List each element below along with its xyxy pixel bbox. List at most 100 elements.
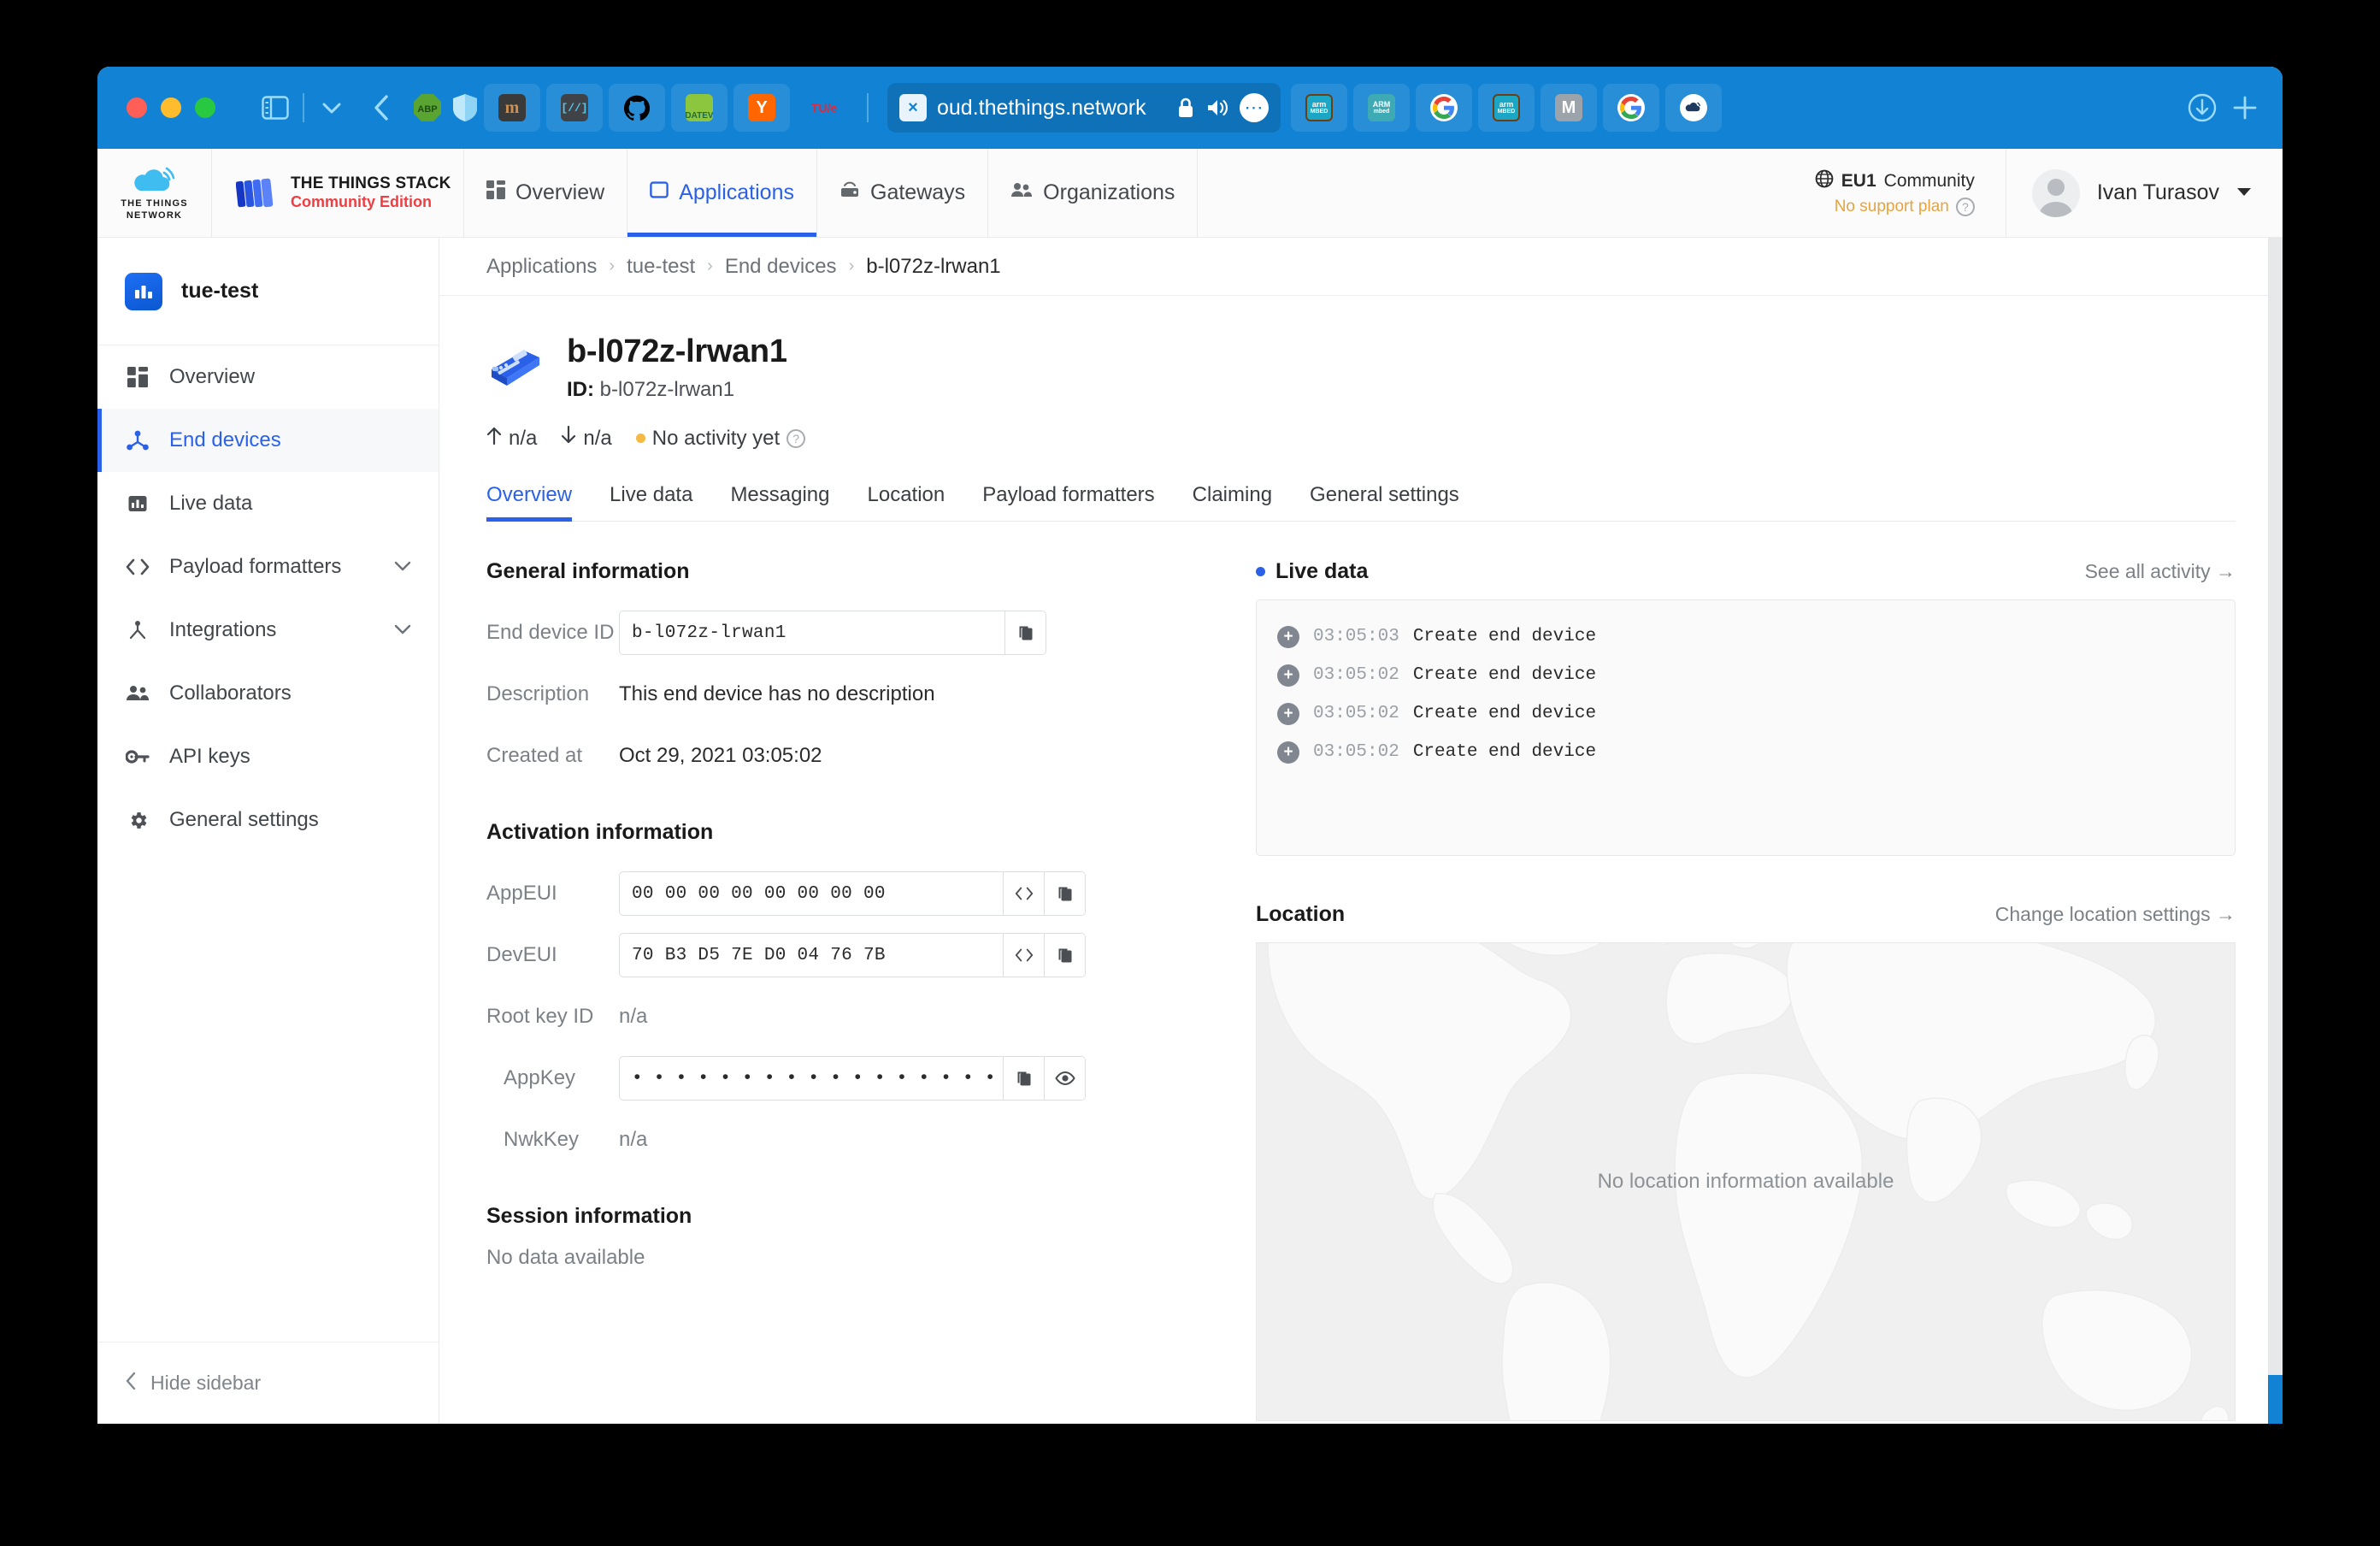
user-menu[interactable]: Ivan Turasov: [2006, 149, 2283, 237]
chevron-down-icon[interactable]: [313, 89, 351, 127]
nav-gateways[interactable]: Gateways: [817, 149, 989, 237]
see-all-activity-link[interactable]: See all activity →: [2085, 560, 2236, 583]
tab-label: Messaging: [730, 483, 830, 506]
tab-mbed-m[interactable]: M: [1541, 84, 1597, 132]
chevron-down-icon[interactable]: [2236, 186, 2252, 201]
tab-ttn-cloud[interactable]: [1665, 84, 1722, 132]
tab-arm-mbed-1[interactable]: arm MBED: [1291, 84, 1347, 132]
breadcrumb-end-devices[interactable]: End devices: [725, 255, 837, 279]
downloads-icon[interactable]: [2183, 89, 2221, 127]
minimize-window-button[interactable]: [161, 97, 181, 118]
sidebar-entity[interactable]: tue-test: [97, 238, 439, 345]
nav-organizations[interactable]: Organizations: [988, 149, 1199, 237]
tab-location[interactable]: Location: [849, 483, 964, 521]
chevron-down-icon[interactable]: [394, 622, 411, 640]
close-window-button[interactable]: [127, 97, 147, 118]
list-item[interactable]: + 03:05:02 Create end device: [1277, 694, 2214, 733]
list-item[interactable]: + 03:05:02 Create end device: [1277, 656, 2214, 694]
description-label: Description: [486, 682, 590, 705]
sidebar-item-overview[interactable]: Overview: [97, 345, 439, 409]
tab-label: Live data: [610, 483, 693, 506]
field-end-device-id: End device ID b-l072z-lrwan1: [486, 606, 1222, 659]
live-data-list[interactable]: + 03:05:03 Create end device + 03:05:02 …: [1256, 599, 2236, 856]
deveui-input-group[interactable]: 70 B3 D5 7E D0 04 76 7B: [619, 933, 1086, 977]
change-location-settings-link[interactable]: Change location settings →: [1995, 903, 2236, 926]
copy-icon[interactable]: [1004, 611, 1046, 654]
adblock-plus-icon[interactable]: ABP: [409, 89, 446, 127]
event-time: 03:05:02: [1313, 742, 1399, 762]
hide-sidebar-button[interactable]: Hide sidebar: [97, 1342, 439, 1424]
format-toggle-icon[interactable]: [1003, 872, 1044, 915]
tab-messaging[interactable]: Messaging: [711, 483, 848, 521]
location-panel-header: Location Change location settings →: [1256, 902, 2236, 927]
tab-google-2[interactable]: [1603, 84, 1659, 132]
tab-live-data[interactable]: Live data: [591, 483, 711, 521]
tab-tue[interactable]: TU/e: [796, 84, 852, 132]
chevron-down-icon[interactable]: [394, 558, 411, 576]
appkey-value[interactable]: • • • • • • • • • • • • • • • • • • • • …: [620, 1057, 1003, 1100]
appeui-input-group[interactable]: 00 00 00 00 00 00 00 00: [619, 871, 1086, 916]
location-title: Location: [1256, 902, 1346, 926]
things-stack-logo[interactable]: THE THINGS STACK Community Edition: [212, 149, 464, 237]
cluster-info[interactable]: EU1 Community No support plan ?: [1784, 149, 2006, 237]
copy-icon[interactable]: [1044, 934, 1085, 977]
question-icon[interactable]: ?: [1955, 198, 1975, 216]
create-event-icon: +: [1277, 741, 1299, 764]
sidebar-item-payload-formatters[interactable]: Payload formatters: [97, 535, 439, 599]
sidebar-item-general-settings[interactable]: General settings: [97, 788, 439, 852]
tab-menu-icon[interactable]: ⋯: [1240, 93, 1269, 122]
tab-overview[interactable]: Overview: [486, 483, 591, 522]
eye-icon[interactable]: [1044, 1057, 1085, 1100]
device-header: b-l072z-lrwan1 ID: b-l072z-lrwan1: [486, 296, 2283, 402]
format-toggle-icon[interactable]: [1003, 934, 1044, 977]
device-tab-bar[interactable]: Overview Live data Messaging Location Pa…: [486, 483, 2236, 522]
scrollbar-thumb[interactable]: [2268, 1375, 2283, 1424]
list-item[interactable]: + 03:05:02 Create end device: [1277, 733, 2214, 771]
appkey-input-group[interactable]: • • • • • • • • • • • • • • • • • • • • …: [619, 1056, 1086, 1100]
back-icon[interactable]: [362, 89, 400, 127]
tab-github[interactable]: [609, 84, 665, 132]
appeui-value[interactable]: 00 00 00 00 00 00 00 00: [620, 872, 1003, 915]
breadcrumb-tue-test[interactable]: tue-test: [627, 255, 695, 279]
sidebar-item-api-keys[interactable]: API keys: [97, 725, 439, 788]
audio-playing-icon[interactable]: [1204, 93, 1233, 122]
sidebar-item-end-devices[interactable]: End devices: [97, 409, 439, 472]
end-device-id-value[interactable]: b-l072z-lrwan1: [620, 611, 1004, 654]
list-item[interactable]: + 03:05:03 Create end device: [1277, 617, 2214, 656]
sidebar-item-integrations[interactable]: Integrations: [97, 599, 439, 662]
tab-code[interactable]: [//]: [546, 84, 603, 132]
tab-datev[interactable]: DATEV: [671, 84, 728, 132]
field-description: Description This end device has no descr…: [486, 668, 1222, 721]
tab-general-settings[interactable]: General settings: [1291, 483, 1478, 521]
address-bar[interactable]: × oud.thethings.network ⋯: [887, 83, 1281, 133]
ttn-logo[interactable]: THE THINGS NETWORK: [97, 149, 212, 237]
copy-icon[interactable]: [1044, 872, 1085, 915]
nav-applications[interactable]: Applications: [627, 149, 817, 237]
question-icon[interactable]: ?: [786, 428, 806, 448]
end-device-id-input-group[interactable]: b-l072z-lrwan1: [619, 611, 1046, 655]
tab-google-1[interactable]: [1416, 84, 1472, 132]
breadcrumb-applications[interactable]: Applications: [486, 255, 597, 279]
scrollbar-track[interactable]: [2268, 238, 2283, 1375]
tab-arm-mbed-2[interactable]: ARM mbed: [1353, 84, 1410, 132]
sidebar-item-live-data[interactable]: Live data: [97, 472, 439, 535]
code-favicon: [//]: [561, 94, 588, 121]
copy-icon[interactable]: [1003, 1057, 1044, 1100]
sidebar-item-label: Live data: [169, 492, 253, 515]
globe-icon: [1815, 169, 1834, 193]
browser-tab-strip[interactable]: m [//] DATEV Y TU/e × oud.thethings.netw…: [484, 83, 2175, 133]
zoom-window-button[interactable]: [195, 97, 215, 118]
location-map[interactable]: No location information available: [1256, 942, 2236, 1421]
close-tab-icon[interactable]: ×: [899, 94, 927, 121]
sidebar-toggle-icon[interactable]: [256, 89, 294, 127]
tab-arm-mbed-3[interactable]: arm MBED: [1478, 84, 1535, 132]
tab-mendeley[interactable]: m: [484, 84, 540, 132]
deveui-value[interactable]: 70 B3 D5 7E D0 04 76 7B: [620, 934, 1003, 977]
tab-claiming[interactable]: Claiming: [1174, 483, 1291, 521]
nav-overview[interactable]: Overview: [464, 149, 628, 237]
new-tab-icon[interactable]: [2226, 89, 2264, 127]
shield-icon[interactable]: [446, 89, 484, 127]
sidebar-item-collaborators[interactable]: Collaborators: [97, 662, 439, 725]
tab-payload-formatters[interactable]: Payload formatters: [963, 483, 1173, 521]
tab-hackernews[interactable]: Y: [733, 84, 790, 132]
